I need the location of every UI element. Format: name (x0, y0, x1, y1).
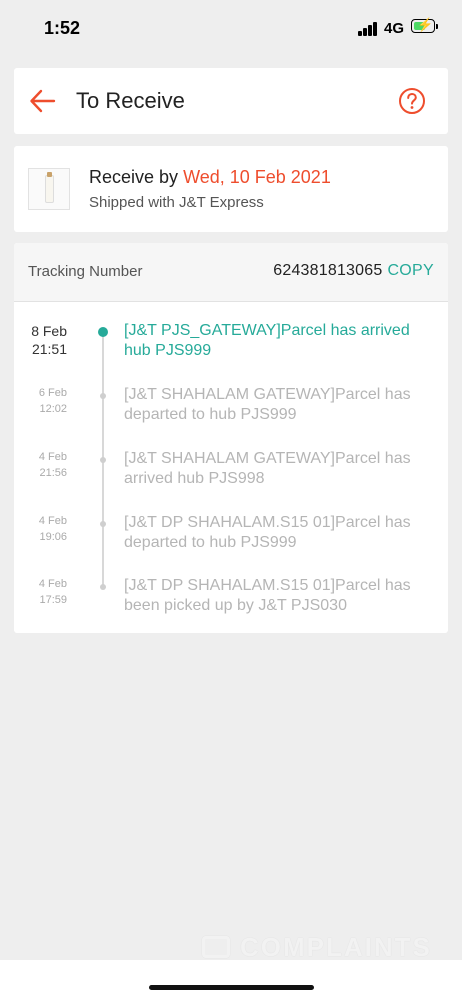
event-time: 17:59 (39, 594, 67, 606)
timeline-dot (100, 584, 106, 590)
event-date: 4 Feb (38, 578, 67, 590)
tracking-card: Tracking Number 624381813065 COPY 8 Feb 2… (14, 243, 448, 633)
timeline-event: 4 Feb 19:06 [J&T DP SHAHALAM.S15 01]Parc… (14, 514, 448, 575)
battery-tip (436, 24, 438, 29)
event-time: 21:56 (39, 467, 67, 479)
event-description: [J&T DP SHAHALAM.S15 01]Parcel has been … (124, 577, 411, 614)
complaints-logo-icon (202, 936, 230, 958)
question-circle-icon (399, 88, 425, 114)
event-description: [J&T SHAHALAM GATEWAY]Parcel has arrived… (124, 450, 411, 487)
signal-icon (358, 22, 380, 36)
home-indicator[interactable] (149, 985, 314, 990)
back-button[interactable] (28, 86, 58, 116)
event-time: 21:51 (31, 341, 67, 357)
event-date: 4 Feb (38, 515, 67, 527)
timeline-dot (100, 393, 106, 399)
battery-icon: ⚡ (411, 17, 435, 33)
arrow-left-icon (30, 89, 56, 113)
timeline-dot (100, 457, 106, 463)
copy-button[interactable]: COPY (387, 262, 434, 279)
receive-by: Receive by Wed, 10 Feb 2021 (89, 167, 331, 188)
timeline-event: 8 Feb 21:51 [J&T PJS_GATEWAY]Parcel has … (14, 322, 448, 383)
receive-by-label: Receive by (89, 167, 179, 187)
status-time: 1:52 (44, 18, 81, 38)
product-thumbnail[interactable] (28, 168, 70, 210)
tracking-number-label: Tracking Number (28, 263, 143, 280)
event-description: [J&T PJS_GATEWAY]Parcel has arrived hub … (124, 322, 410, 359)
timeline-dot-active (98, 327, 108, 337)
event-time: 12:02 (39, 403, 67, 415)
event-date: 8 Feb (31, 323, 67, 339)
timeline-event: 6 Feb 12:02 [J&T SHAHALAM GATEWAY]Parcel… (14, 386, 448, 447)
status-bar: 1:52 4G ⚡ (0, 0, 462, 58)
event-date: 4 Feb (38, 451, 67, 463)
shipment-card: Receive by Wed, 10 Feb 2021 Shipped with… (14, 146, 448, 232)
event-description: [J&T SHAHALAM GATEWAY]Parcel has departe… (124, 386, 411, 423)
timeline-event: 4 Feb 21:56 [J&T SHAHALAM GATEWAY]Parcel… (14, 450, 448, 511)
event-description: [J&T DP SHAHALAM.S15 01]Parcel has depar… (124, 514, 411, 551)
receive-by-date: Wed, 10 Feb 2021 (183, 167, 331, 187)
courier-info: Shipped with J&T Express (89, 194, 264, 211)
event-date: 6 Feb (38, 387, 67, 399)
event-time: 19:06 (39, 531, 67, 543)
watermark-text: COMPLAINTS (240, 932, 432, 962)
page-title: To Receive (76, 88, 185, 113)
page-header: To Receive (14, 68, 448, 134)
tracking-header: Tracking Number 624381813065 COPY (14, 243, 448, 302)
bottom-bar (0, 960, 462, 1000)
timeline-dot (100, 521, 106, 527)
tracking-number-row: 624381813065 COPY (273, 262, 434, 280)
tracking-number: 624381813065 (273, 262, 383, 279)
network-type: 4G (384, 20, 405, 37)
timeline-event: 4 Feb 17:59 [J&T DP SHAHALAM.S15 01]Parc… (14, 577, 448, 638)
help-button[interactable] (398, 87, 426, 115)
